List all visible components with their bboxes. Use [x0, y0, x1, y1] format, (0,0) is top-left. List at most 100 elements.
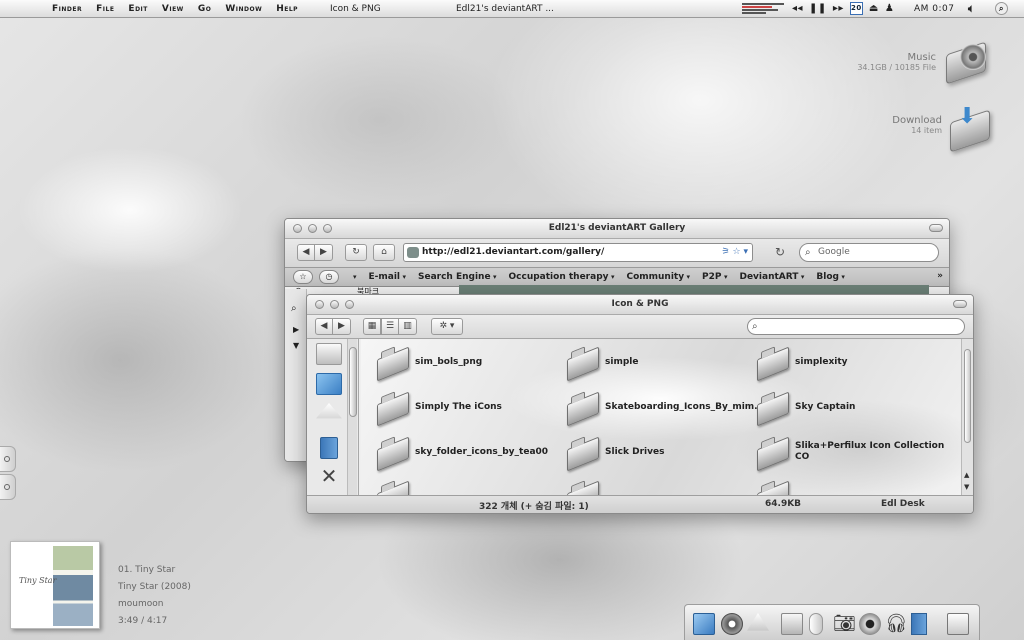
search-icon[interactable]: ⌕ — [291, 303, 297, 314]
folder-item[interactable]: Sky Captain — [755, 394, 855, 420]
active-window-title: Edl21's deviantART ... — [456, 4, 554, 14]
back-button[interactable]: ◀ — [315, 318, 333, 335]
volume-name: Edl Desk — [881, 499, 925, 509]
finder-titlebar[interactable]: Icon & PNG — [307, 295, 973, 315]
menu-go[interactable]: Go — [198, 4, 212, 14]
volume-icon[interactable]: 🔈︎ — [968, 2, 975, 16]
folder-item[interactable]: Skateboarding_Icons_By_mim... — [565, 394, 765, 420]
finder-search-field[interactable] — [747, 318, 965, 335]
folder-item-partial[interactable] — [755, 483, 795, 495]
folder-icon — [755, 349, 789, 375]
bookmark-blog[interactable]: Blog — [816, 272, 845, 282]
more-bookmarks-icon[interactable]: » — [937, 271, 943, 281]
user-icon[interactable]: ♟ — [885, 3, 894, 14]
bookmark-community[interactable]: Community — [626, 272, 690, 282]
sidebar-disk-icon[interactable] — [316, 343, 342, 365]
list-view-button[interactable]: ☰ — [381, 318, 399, 335]
folder-item[interactable]: Slika+Perfilux Icon Collection CO — [755, 439, 945, 465]
address-bar[interactable]: http://edl21.deviantart.com/gallery/ ⚞ ☆… — [403, 243, 753, 262]
sidebar-tools-icon[interactable]: ✕ — [316, 465, 342, 487]
google-search-field[interactable]: Google — [799, 243, 939, 262]
menu-edit[interactable]: Edit — [128, 4, 147, 14]
forward-button[interactable]: ▶ — [315, 244, 333, 261]
menu-view[interactable]: View — [162, 4, 184, 14]
download-drive-icon[interactable]: ⬇ — [950, 104, 996, 153]
sidebar-desktop-icon[interactable] — [316, 373, 342, 395]
safari-title: Edl21's deviantART Gallery — [548, 223, 686, 233]
dock-safari-icon[interactable] — [721, 613, 743, 635]
bookmark-occupation-therapy[interactable]: Occupation therapy — [509, 272, 615, 282]
scroll-up-arrow-icon[interactable]: ▲ — [964, 471, 969, 479]
menu-help[interactable]: Help — [276, 4, 298, 14]
next-track-icon[interactable]: ▸▸ — [833, 3, 844, 14]
dock-book-icon[interactable] — [911, 613, 927, 635]
cpu-meter-icon — [742, 3, 784, 14]
bookmark-p2p[interactable]: P2P — [702, 272, 727, 282]
reload-button[interactable]: ↻ — [345, 244, 367, 261]
finder-icon-grid: sim_bols_png simple simplexity Simply Th… — [361, 339, 963, 495]
dock-mouse-icon[interactable] — [809, 613, 823, 635]
calendar-icon[interactable]: 20 — [849, 2, 863, 15]
side-drawer-handle[interactable] — [0, 446, 16, 472]
folder-item[interactable]: simplexity — [755, 349, 848, 375]
sidebar-scrollbar[interactable] — [347, 339, 357, 495]
folder-item[interactable]: simple — [565, 349, 638, 375]
menu-finder[interactable]: Finder — [52, 4, 82, 14]
bookmarks-bar: ☆ ◷ E-mail Search Engine Occupation ther… — [285, 267, 949, 287]
sidebar-eject-icon[interactable] — [316, 403, 342, 419]
bookmark-apple-icon[interactable] — [353, 272, 357, 282]
folder-item-partial[interactable] — [375, 483, 415, 495]
action-gear-button[interactable]: ✲ ▾ — [431, 318, 463, 335]
icon-view-button[interactable]: ▦ — [363, 318, 381, 335]
column-view-button[interactable]: ▥ — [399, 318, 417, 335]
eject-icon[interactable]: ⏏ — [869, 3, 879, 14]
bookmarks-star-icon[interactable]: ☆ — [293, 270, 313, 284]
forward-button[interactable]: ▶ — [333, 318, 351, 335]
side-drawer-handle[interactable] — [0, 474, 16, 500]
folder-item[interactable]: Simply The iCons — [375, 394, 502, 420]
toolbar-toggle-button[interactable] — [953, 300, 967, 308]
album-cover[interactable]: Tiny Star — [10, 541, 100, 629]
finder-scrollbar[interactable]: ▲ ▼ — [961, 339, 973, 495]
home-button[interactable]: ⌂ — [373, 244, 395, 261]
collapse-arrow-icon[interactable]: ▼ — [293, 341, 299, 350]
bookmark-search-engine[interactable]: Search Engine — [418, 272, 497, 282]
menu-clock[interactable]: AM 0:07 — [914, 4, 955, 14]
pause-icon[interactable]: ❚❚ — [809, 3, 827, 14]
history-clock-icon[interactable]: ◷ — [319, 270, 339, 284]
dock-speaker-icon[interactable] — [859, 613, 881, 635]
folder-name: simplexity — [795, 356, 848, 367]
dock-trash-icon[interactable] — [947, 613, 969, 635]
folder-icon — [565, 483, 599, 495]
safari-titlebar[interactable]: Edl21's deviantART Gallery — [285, 219, 949, 239]
bookmark-deviantart[interactable]: DeviantART — [739, 272, 804, 282]
menu-window[interactable]: Window — [225, 4, 262, 14]
sidebar-book-icon[interactable] — [320, 437, 338, 459]
back-button[interactable]: ◀ — [297, 244, 315, 261]
dock-headphones-icon[interactable]: 🎧︎ — [885, 613, 908, 635]
rss-bookmark-icons[interactable]: ⚞ ☆ ▾ — [722, 244, 748, 261]
music-drive-icon[interactable] — [946, 41, 992, 85]
expand-arrow-icon[interactable]: ▶ — [293, 325, 299, 334]
folder-name: Skateboarding_Icons_By_mim... — [605, 401, 765, 412]
folder-item[interactable]: sky_folder_icons_by_tea00 — [375, 439, 548, 465]
refresh-icon[interactable]: ↻ — [775, 245, 785, 259]
dock-display-icon[interactable] — [781, 613, 803, 635]
folder-item-partial[interactable] — [565, 483, 605, 495]
scroll-thumb[interactable] — [964, 349, 971, 443]
bookmark-email[interactable]: E-mail — [369, 272, 406, 282]
toolbar-toggle-button[interactable] — [929, 224, 943, 232]
menu-file[interactable]: File — [96, 4, 114, 14]
dock-camera-icon[interactable]: 📷︎ — [833, 613, 856, 635]
dock-eject-icon[interactable] — [747, 613, 769, 631]
scroll-down-arrow-icon[interactable]: ▼ — [964, 483, 969, 491]
folder-icon — [375, 394, 409, 420]
folder-item[interactable]: sim_bols_png — [375, 349, 482, 375]
folder-name: sky_folder_icons_by_tea00 — [415, 446, 549, 457]
dock-desktop-icon[interactable] — [693, 613, 715, 635]
folder-name: simple — [605, 356, 639, 367]
menu-list: Finder File Edit View Go Window Help — [52, 4, 298, 14]
spotlight-icon[interactable]: ⌕ — [995, 2, 1008, 15]
previous-track-icon[interactable]: ◂◂ — [792, 3, 803, 14]
folder-item[interactable]: Slick Drives — [565, 439, 664, 465]
